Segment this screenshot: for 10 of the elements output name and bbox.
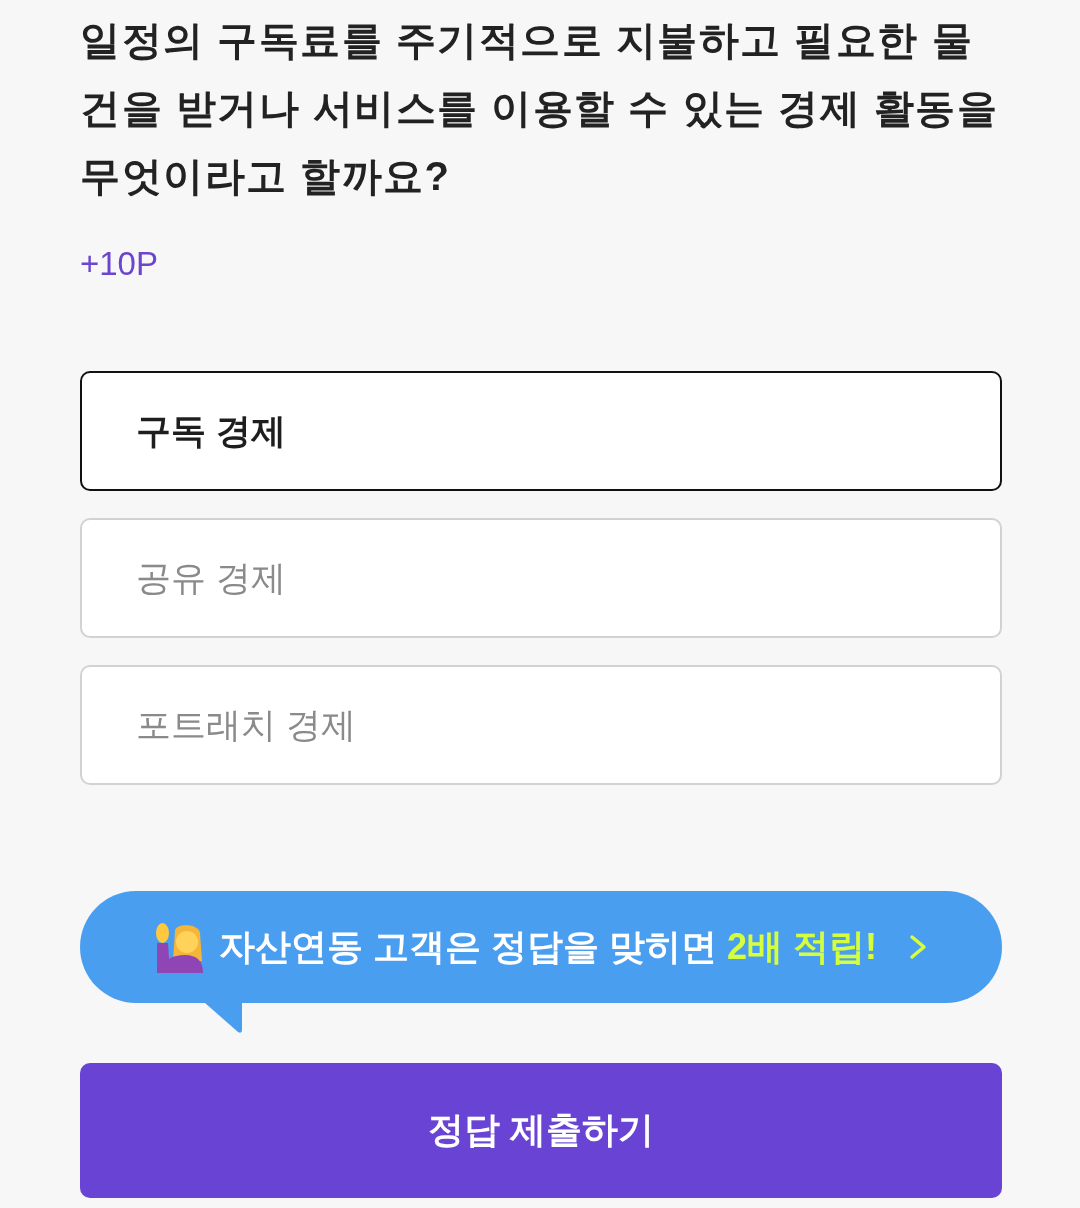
promo-banner[interactable]: 자산연동 고객은 정답을 맞히면 2배 적립! — [80, 891, 1002, 1003]
answer-option[interactable]: 공유 경제 — [80, 518, 1002, 638]
answer-option[interactable]: 포트래치 경제 — [80, 665, 1002, 785]
submit-button[interactable]: 정답 제출하기 — [80, 1063, 1002, 1198]
person-raising-hand-icon — [155, 921, 205, 973]
chevron-right-icon — [909, 934, 927, 960]
points-reward-label: +10P — [80, 244, 158, 284]
answer-option[interactable]: 구독 경제 — [80, 371, 1002, 491]
question-text: 일정의 구독료를 주기적으로 지불하고 필요한 물건을 받거나 서비스를 이용할 수 있는 경제 활동을 무엇이라고 할까요? — [80, 17, 1000, 200]
speech-bubble-tail — [205, 1003, 242, 1033]
